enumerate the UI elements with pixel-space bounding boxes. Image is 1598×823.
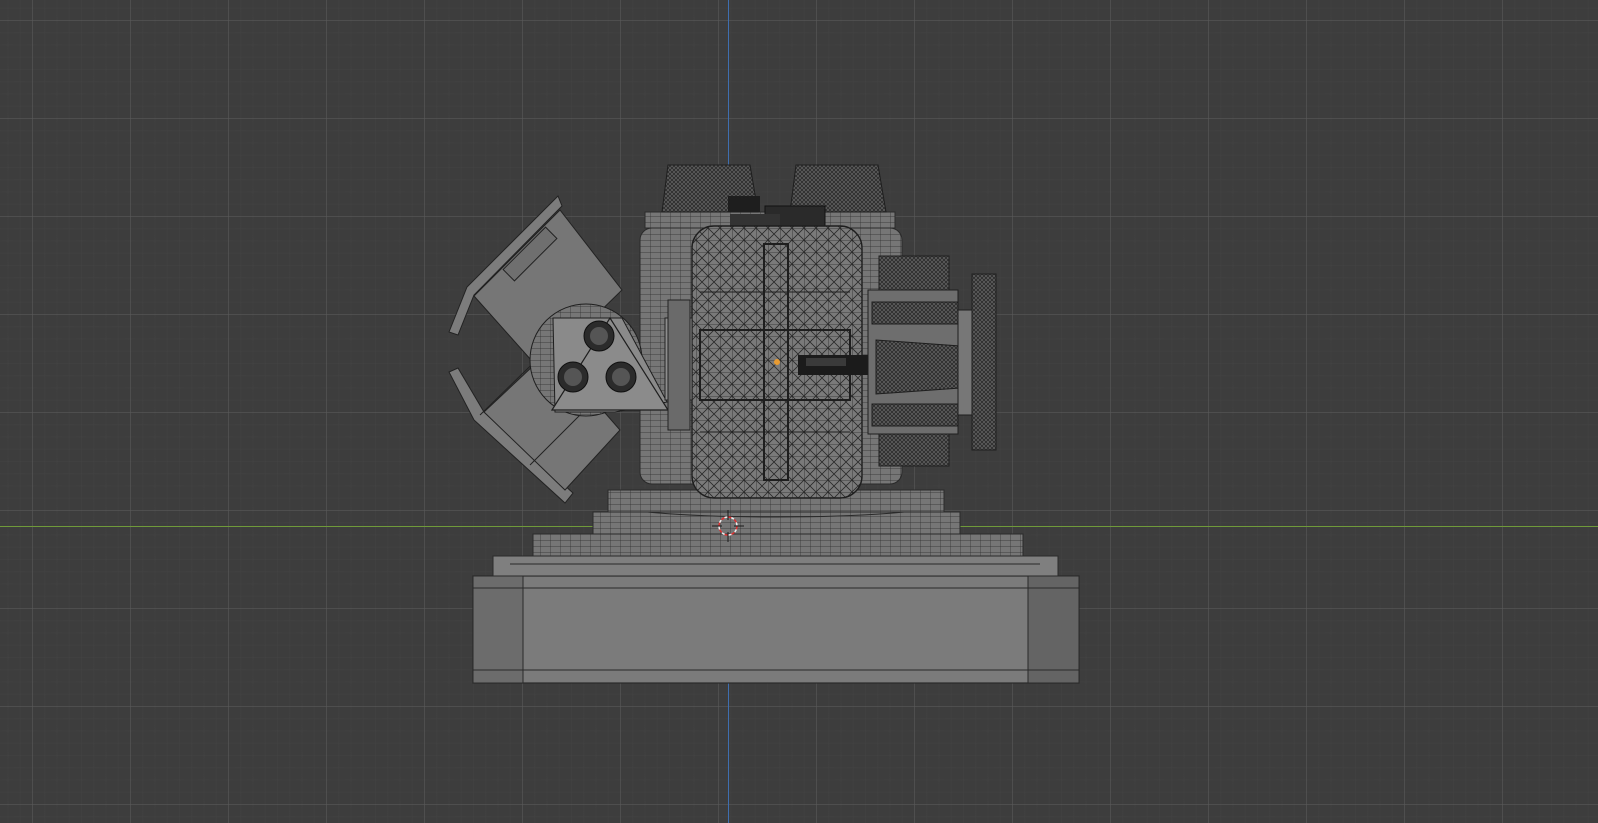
turret-model[interactable] xyxy=(0,0,1598,823)
main-body xyxy=(691,225,874,499)
side-cannon xyxy=(867,255,997,467)
base-platform xyxy=(472,488,1080,684)
3d-viewport[interactable] xyxy=(0,0,1598,823)
object-origin-dot xyxy=(774,359,780,365)
